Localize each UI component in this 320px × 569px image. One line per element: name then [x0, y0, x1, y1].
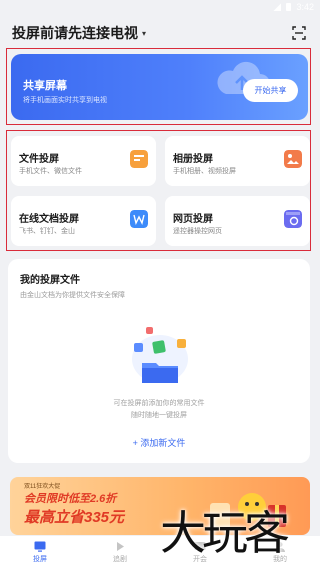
file-cast-subtitle: 手机文件、微信文件 — [19, 168, 82, 175]
promo-line2: 最高立省335元 — [24, 509, 125, 526]
document-icon — [130, 150, 148, 168]
add-new-file-button[interactable]: + 添加新文件 — [8, 436, 310, 449]
tab-cast-label: 投屏 — [33, 556, 47, 563]
header: 投屏前请先连接电视 ▾ — [0, 18, 320, 48]
file-cast-title: 文件投屏 — [19, 154, 59, 165]
empty-hint-line1: 可在投屏前添加你的常用文件 — [113, 400, 205, 407]
online-doc-cast-title: 在线文档投屏 — [19, 214, 79, 225]
album-cast-title: 相册投屏 — [173, 154, 213, 165]
file-cast-card[interactable]: 文件投屏 手机文件、微信文件 — [11, 136, 156, 186]
web-cast-title: 网页投屏 — [173, 214, 213, 225]
empty-folder-illustration — [132, 327, 188, 383]
my-cast-files-panel: 我的投屏文件 由金山文档为你提供文件安全保障 可在投屏前添加你的常用文件 随时随… — [8, 259, 310, 463]
start-share-button[interactable]: 开始共享 — [243, 79, 298, 102]
play-icon — [117, 542, 124, 551]
tab-shows-label: 追剧 — [113, 556, 127, 563]
online-doc-cast-subtitle: 飞书、钉钉、金山 — [19, 228, 75, 235]
online-doc-cast-card[interactable]: 在线文档投屏 飞书、钉钉、金山 — [11, 196, 156, 246]
tab-shows[interactable]: 追剧 — [90, 541, 150, 564]
promo-tag: 双11狂欢大促 — [24, 484, 61, 490]
web-cast-subtitle: 遥控器操控网页 — [173, 228, 222, 235]
screen-share-card[interactable]: 共享屏幕 将手机画面实时共享到电视 开始共享 — [11, 54, 308, 120]
signal-icon — [273, 3, 282, 11]
album-cast-subtitle: 手机相册、视频投屏 — [173, 168, 236, 175]
battery-icon — [286, 3, 292, 11]
status-bar: 3:42 — [0, 0, 320, 14]
photo-icon — [284, 150, 302, 168]
tab-cast[interactable]: 投屏 — [10, 541, 70, 564]
chevron-down-icon[interactable]: ▾ — [142, 29, 146, 38]
watermark-logo: 大玩客 — [160, 506, 290, 560]
cast-tab-icon — [34, 541, 46, 552]
word-doc-icon — [130, 210, 148, 228]
empty-hint-line2: 随时随地一键投屏 — [131, 412, 187, 419]
scan-icon[interactable] — [292, 26, 306, 40]
device-selector-title[interactable]: 投屏前请先连接电视 — [12, 23, 138, 43]
web-cast-card[interactable]: 网页投屏 遥控器操控网页 — [165, 196, 310, 246]
album-cast-card[interactable]: 相册投屏 手机相册、视频投屏 — [165, 136, 310, 186]
status-time: 3:42 — [296, 2, 314, 12]
my-files-title: 我的投屏文件 — [20, 275, 80, 286]
screen-share-subtitle: 将手机画面实时共享到电视 — [23, 97, 107, 104]
promo-line1: 会员限时低至2.6折 — [24, 493, 117, 505]
my-files-subtitle: 由金山文档为你提供文件安全保障 — [20, 292, 125, 299]
screen-share-title: 共享屏幕 — [23, 80, 67, 92]
browser-icon — [284, 210, 302, 228]
